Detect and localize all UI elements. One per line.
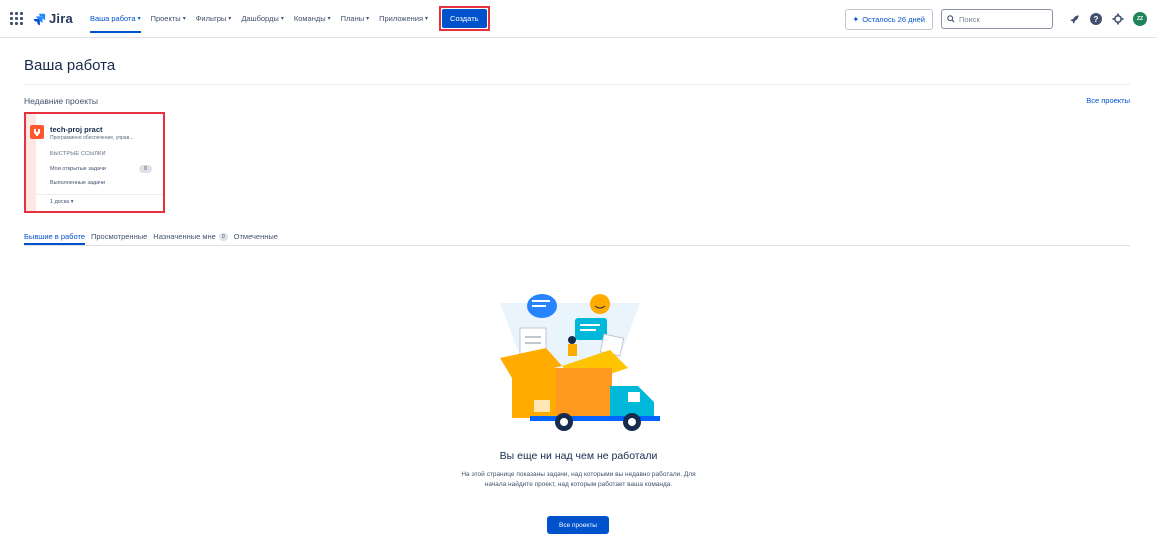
nav-teams-label: Команды <box>293 14 326 23</box>
nav-dashboards-label: Дашборды <box>241 14 279 23</box>
chevron-down-icon: ▾ <box>182 16 186 22</box>
all-projects-link[interactable]: Все проекты <box>1086 96 1130 105</box>
empty-state-text: На этой странице показаны задачи, над ко… <box>461 471 696 488</box>
jira-logo[interactable]: Jira <box>32 11 73 26</box>
nav-plans-label: Планы <box>340 14 365 23</box>
tab-worked-on-label: Бывшие в работе <box>24 232 85 241</box>
tab-viewed[interactable]: Просмотренные <box>91 232 147 245</box>
page-title: Ваша работа <box>24 57 116 74</box>
tab-starred-label: Отмеченные <box>233 232 278 241</box>
work-tabs: Бывшие в работе Просмотренные Назначенны… <box>24 232 1130 246</box>
done-issues-link[interactable]: Выполненные задачи <box>50 180 105 186</box>
recent-projects-heading: Недавние проекты <box>24 96 99 106</box>
assigned-count-badge: 0 <box>218 233 228 241</box>
tab-starred[interactable]: Отмеченные <box>234 232 278 245</box>
project-card[interactable]: tech-proj pract Программное обеспечение,… <box>24 112 165 213</box>
product-name: Jira <box>49 11 73 26</box>
header-divider <box>24 84 1130 85</box>
all-projects-button[interactable]: Все проекты <box>547 516 609 534</box>
top-navigation-bar: Jira Ваша работа ▾ Проекты ▾ Фильтры ▾ Дашб… <box>0 0 1157 38</box>
chevron-down-icon: ▾ <box>137 16 141 22</box>
tab-worked-on[interactable]: Бывшие в работе <box>24 232 85 245</box>
chevron-down-icon: ▾ <box>280 16 284 22</box>
notifications-button[interactable] <box>1067 12 1081 26</box>
project-name[interactable]: tech-proj pract <box>50 125 103 134</box>
nav-filters-label: Фильтры <box>195 14 227 23</box>
empty-state-illustration <box>500 294 660 431</box>
open-issues-count-badge: 0 <box>139 165 153 173</box>
create-button[interactable]: Создать <box>442 9 487 28</box>
create-button-highlight: Создать <box>439 6 490 31</box>
help-icon: ? <box>1090 13 1102 25</box>
nav-projects-label: Проекты <box>150 14 181 23</box>
chevron-down-icon: ▾ <box>70 199 74 205</box>
project-glyph-icon <box>34 129 40 136</box>
project-description: Программное обеспечение, управ... <box>50 135 134 141</box>
nav-dashboards[interactable]: Дашборды ▾ <box>236 0 289 38</box>
tab-assigned-label: Назначенные мне <box>153 232 216 241</box>
empty-state-title: Вы еще ни над чем не работали <box>499 450 658 462</box>
svg-text:?: ? <box>1094 15 1099 24</box>
trial-button[interactable]: ✦ Осталось 26 дней <box>844 8 933 30</box>
app-switcher-icon[interactable] <box>10 11 24 26</box>
settings-button[interactable] <box>1111 12 1125 26</box>
sparkle-icon: ✦ <box>852 14 860 24</box>
jira-logo-icon <box>33 13 46 25</box>
chevron-down-icon: ▾ <box>327 16 331 22</box>
tab-viewed-label: Просмотренные <box>91 232 148 241</box>
nav-filters[interactable]: Фильтры ▾ <box>191 0 237 38</box>
tab-assigned-to-me[interactable]: Назначенные мне 0 <box>153 232 228 245</box>
nav-apps[interactable]: Приложения ▾ <box>374 0 433 38</box>
chevron-down-icon: ▾ <box>228 16 232 22</box>
nav-projects[interactable]: Проекты ▾ <box>146 0 191 38</box>
search-icon <box>947 15 955 23</box>
chevron-down-icon: ▾ <box>366 16 370 22</box>
quick-links-heading: БЫСТРЫЕ ССЫЛКИ <box>50 151 106 157</box>
nav-teams[interactable]: Команды ▾ <box>289 0 336 38</box>
my-open-issues-link[interactable]: Мои открытые задачи <box>50 166 106 172</box>
chevron-down-icon: ▾ <box>425 16 429 22</box>
topbar-right: ✦ Осталось 26 дней Поиск ? ZZ <box>844 0 1147 38</box>
search-placeholder: Поиск <box>959 14 980 24</box>
nav-apps-label: Приложения <box>379 14 424 23</box>
gear-icon <box>1112 13 1124 25</box>
avatar[interactable]: ZZ <box>1133 12 1147 26</box>
help-button[interactable]: ? <box>1089 12 1103 26</box>
trial-label: Осталось 26 дней <box>862 14 925 24</box>
nav-your-work-label: Ваша работа <box>89 14 136 23</box>
nav-plans[interactable]: Планы ▾ <box>336 0 375 38</box>
boards-dropdown[interactable]: 1 доска ▾ <box>50 199 74 205</box>
nav-your-work[interactable]: Ваша работа ▾ <box>85 0 146 38</box>
project-avatar-icon <box>30 125 44 139</box>
rocket-icon <box>1069 14 1079 24</box>
search-input[interactable]: Поиск <box>941 9 1053 29</box>
main-nav: Ваша работа ▾ Проекты ▾ Фильтры ▾ Дашборды ▾… <box>85 0 490 38</box>
boards-label: 1 доска <box>50 199 70 205</box>
card-divider <box>36 194 163 195</box>
